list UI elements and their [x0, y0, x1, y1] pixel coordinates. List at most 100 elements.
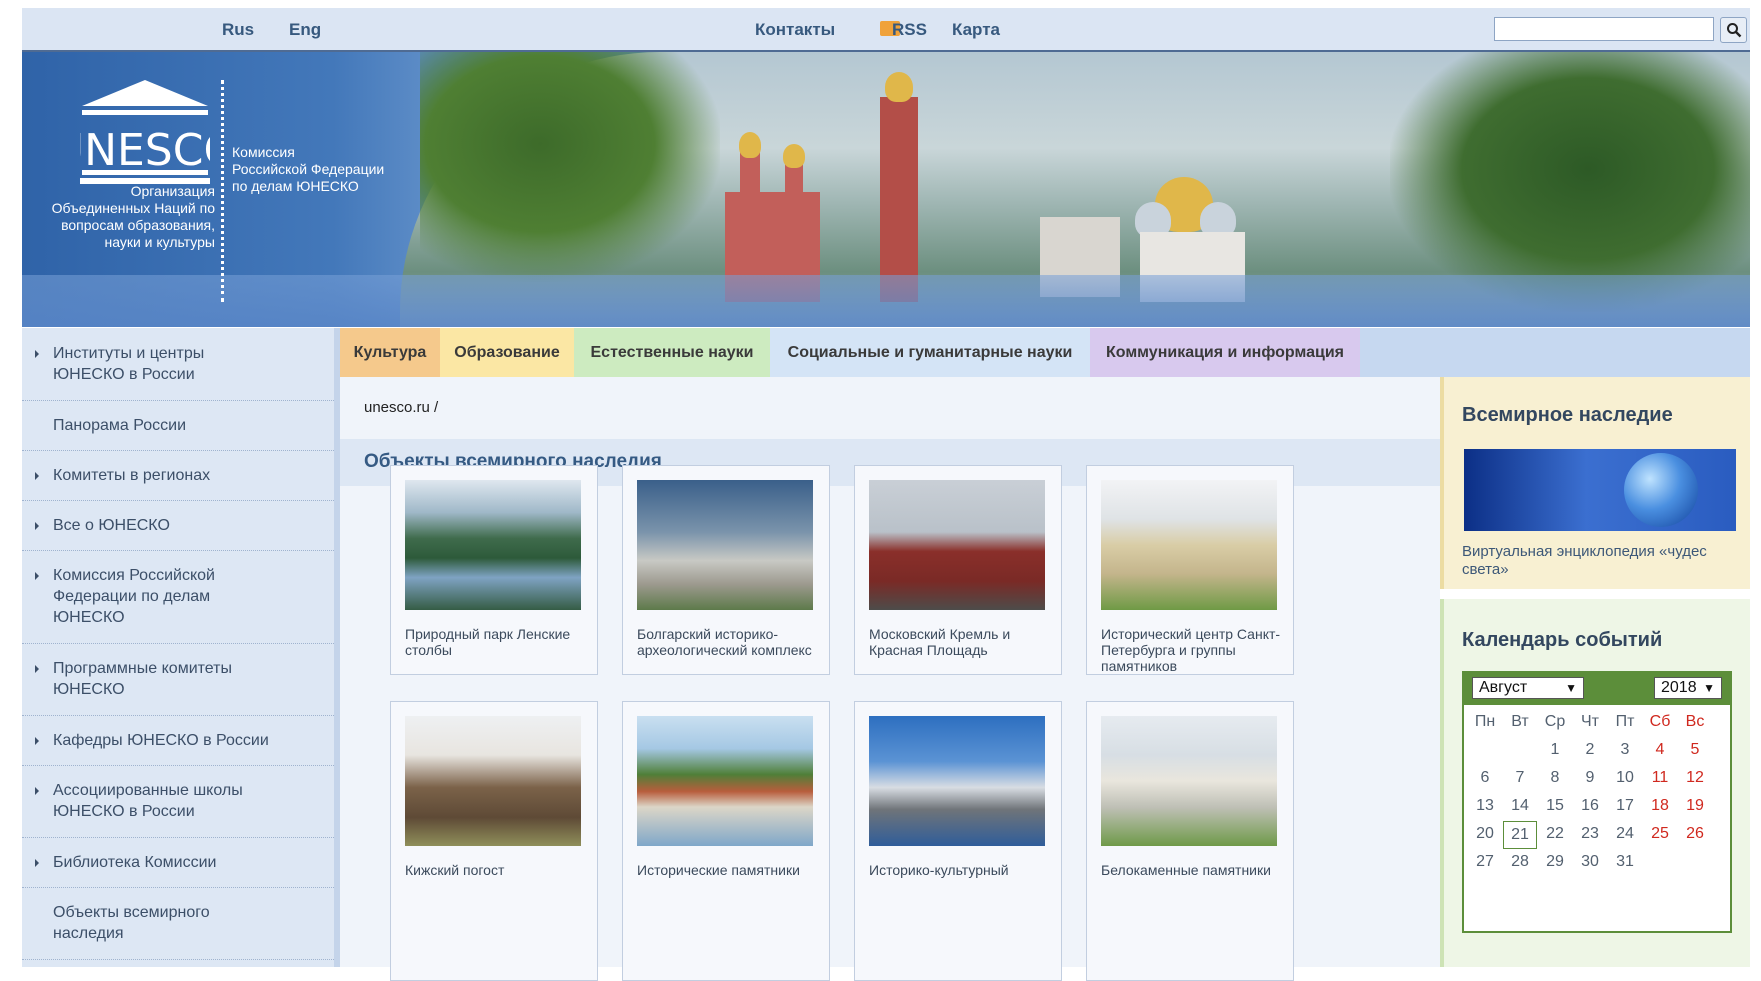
calendar-day[interactable]: 12 — [1676, 769, 1714, 787]
globe-icon — [1624, 453, 1698, 527]
search-icon — [1726, 23, 1741, 38]
heritage-card[interactable]: Исторический центр Санкт-Петербурга и гр… — [1086, 465, 1294, 675]
map-link[interactable]: Карта — [952, 20, 1000, 40]
heritage-card[interactable]: Историко-культурный — [854, 701, 1062, 981]
heritage-caption[interactable]: Кижский погост — [405, 862, 587, 878]
heritage-caption[interactable]: Исторический центр Санкт-Петербурга и гр… — [1101, 626, 1283, 674]
heritage-thumbnail-river-cliffs[interactable] — [405, 480, 581, 610]
calendar-day[interactable]: 1 — [1536, 741, 1574, 759]
calendar-day[interactable]: 28 — [1501, 853, 1539, 871]
calendar-day[interactable]: 13 — [1466, 797, 1504, 815]
bullet-icon — [35, 787, 39, 795]
calendar-header: Август ▼ 2018 ▼ — [1464, 673, 1730, 705]
heritage-banner-image[interactable] — [1464, 449, 1736, 531]
heritage-caption[interactable]: Болгарский историко-археологический комп… — [637, 626, 819, 658]
bullet-icon — [35, 859, 39, 867]
sidebar-item[interactable]: Комитеты в регионах — [22, 450, 334, 501]
sidebar-item[interactable]: Ассоциированные школы ЮНЕСКО в России — [22, 765, 334, 838]
heritage-caption[interactable]: Белокаменные памятники — [1101, 862, 1283, 878]
calendar-day[interactable]: 19 — [1676, 797, 1714, 815]
heritage-thumbnail-white-mosque[interactable] — [637, 480, 813, 610]
heritage-thumbnail-palace[interactable] — [1101, 480, 1277, 610]
calendar-day[interactable]: 24 — [1606, 825, 1644, 843]
heritage-card[interactable]: Исторические памятники — [622, 701, 830, 981]
heritage-thumbnail-wooden-church[interactable] — [405, 716, 581, 846]
sidebar-item[interactable]: Комиссия Российской Федерации по делам ЮНЕ… — [22, 550, 334, 644]
golden-dome — [885, 72, 913, 102]
calendar-day[interactable]: 2 — [1571, 741, 1609, 759]
calendar-day[interactable]: 16 — [1571, 797, 1609, 815]
tab-culture[interactable]: Культура — [340, 328, 440, 377]
tab-communication[interactable]: Коммуникация и информация — [1090, 328, 1360, 377]
heritage-thumbnail-kremlin[interactable] — [869, 480, 1045, 610]
sidebar-item[interactable]: Программные комитеты ЮНЕСКО — [22, 643, 334, 716]
calendar-day[interactable]: 30 — [1571, 853, 1609, 871]
bullet-icon — [35, 572, 39, 580]
bullet-icon — [35, 472, 39, 480]
heritage-thumbnail-white-cathedral[interactable] — [1101, 716, 1277, 846]
breadcrumb[interactable]: unesco.ru / — [364, 399, 438, 416]
sidebar-item[interactable]: Все о ЮНЕСКО — [22, 500, 334, 551]
heritage-caption[interactable]: Природный парк Ленские столбы — [405, 626, 587, 658]
calendar-day-today[interactable]: 21 — [1503, 821, 1537, 849]
heritage-caption[interactable]: Московский Кремль и Красная Площадь — [869, 626, 1051, 658]
calendar-day[interactable]: 22 — [1536, 825, 1574, 843]
heritage-caption[interactable]: Исторические памятники — [637, 862, 819, 878]
heritage-card[interactable]: Кижский погост — [390, 701, 598, 981]
heritage-card[interactable]: Природный парк Ленские столбы — [390, 465, 598, 675]
tab-education[interactable]: Образование — [440, 328, 574, 377]
calendar-day[interactable]: 23 — [1571, 825, 1609, 843]
calendar-day[interactable]: 9 — [1571, 769, 1609, 787]
sidebar-item-line: Федерации по делам — [53, 588, 211, 605]
heritage-link[interactable]: Виртуальная энциклопедия «чудес света» — [1462, 543, 1742, 579]
heritage-caption[interactable]: Историко-культурный — [869, 862, 1051, 878]
contacts-link[interactable]: Контакты — [755, 20, 835, 40]
search-input[interactable] — [1494, 17, 1714, 41]
calendar-day[interactable]: 18 — [1641, 797, 1679, 815]
year-value: 2018 — [1661, 679, 1697, 696]
calendar-day[interactable]: 20 — [1466, 825, 1504, 843]
search-button[interactable] — [1720, 17, 1747, 43]
calendar-day[interactable]: 8 — [1536, 769, 1574, 787]
sidebar-item[interactable]: Объекты всемирного наследия — [22, 887, 334, 960]
calendar-day[interactable]: 11 — [1641, 769, 1679, 787]
calendar-day[interactable]: 27 — [1466, 853, 1504, 871]
calendar-day[interactable]: 14 — [1501, 797, 1539, 815]
tab-social-sciences[interactable]: Социальные и гуманитарные науки — [770, 328, 1090, 377]
sidebar-item[interactable]: Библиотека Комиссии — [22, 837, 334, 888]
calendar-day[interactable]: 6 — [1466, 769, 1504, 787]
calendar-day[interactable]: 4 — [1641, 741, 1679, 759]
weekday-label: Чт — [1581, 713, 1599, 730]
lang-eng-link[interactable]: Eng — [289, 20, 321, 40]
calendar-day[interactable]: 25 — [1641, 825, 1679, 843]
month-select[interactable]: Август ▼ — [1472, 677, 1584, 699]
calendar-day[interactable]: 29 — [1536, 853, 1574, 871]
lang-rus-link[interactable]: Rus — [222, 20, 254, 40]
heritage-thumbnail-monastery-sea[interactable] — [869, 716, 1045, 846]
chevron-down-icon: ▼ — [1565, 681, 1577, 695]
sidebar-item[interactable]: Кафедры ЮНЕСКО в России — [22, 715, 334, 766]
calendar-day[interactable]: 17 — [1606, 797, 1644, 815]
sidebar-item[interactable]: Институты и центры ЮНЕСКО в России — [22, 328, 334, 401]
calendar-day[interactable]: 15 — [1536, 797, 1574, 815]
calendar-day[interactable]: 7 — [1501, 769, 1539, 787]
heritage-card[interactable]: Московский Кремль и Красная Площадь — [854, 465, 1062, 675]
heritage-card[interactable]: Болгарский историко-археологический комп… — [622, 465, 830, 675]
sidebar-item[interactable]: Панорама России — [22, 400, 334, 451]
org-name: Организация Объединенных Наций по вопрос… — [35, 183, 215, 251]
calendar-day[interactable]: 5 — [1676, 741, 1714, 759]
year-select[interactable]: 2018 ▼ — [1654, 677, 1722, 699]
commission-line: Комиссия — [232, 144, 295, 160]
calendar-day[interactable]: 3 — [1606, 741, 1644, 759]
heritage-card[interactable]: Белокаменные памятники — [1086, 701, 1294, 981]
heritage-thumbnail-fortress-river[interactable] — [637, 716, 813, 846]
calendar-day[interactable]: 26 — [1676, 825, 1714, 843]
sidebar-item-label: Институты и центры ЮНЕСКО в России — [53, 343, 204, 385]
golden-dome — [783, 144, 805, 168]
calendar-day[interactable]: 10 — [1606, 769, 1644, 787]
sidebar-item-label: Ассоциированные школы ЮНЕСКО в России — [53, 780, 243, 822]
rss-link[interactable]: RSS — [892, 20, 927, 40]
tab-natural-sciences[interactable]: Естественные науки — [574, 328, 770, 377]
calendar-day[interactable]: 31 — [1606, 853, 1644, 871]
org-line: вопросам образования, — [61, 217, 215, 233]
